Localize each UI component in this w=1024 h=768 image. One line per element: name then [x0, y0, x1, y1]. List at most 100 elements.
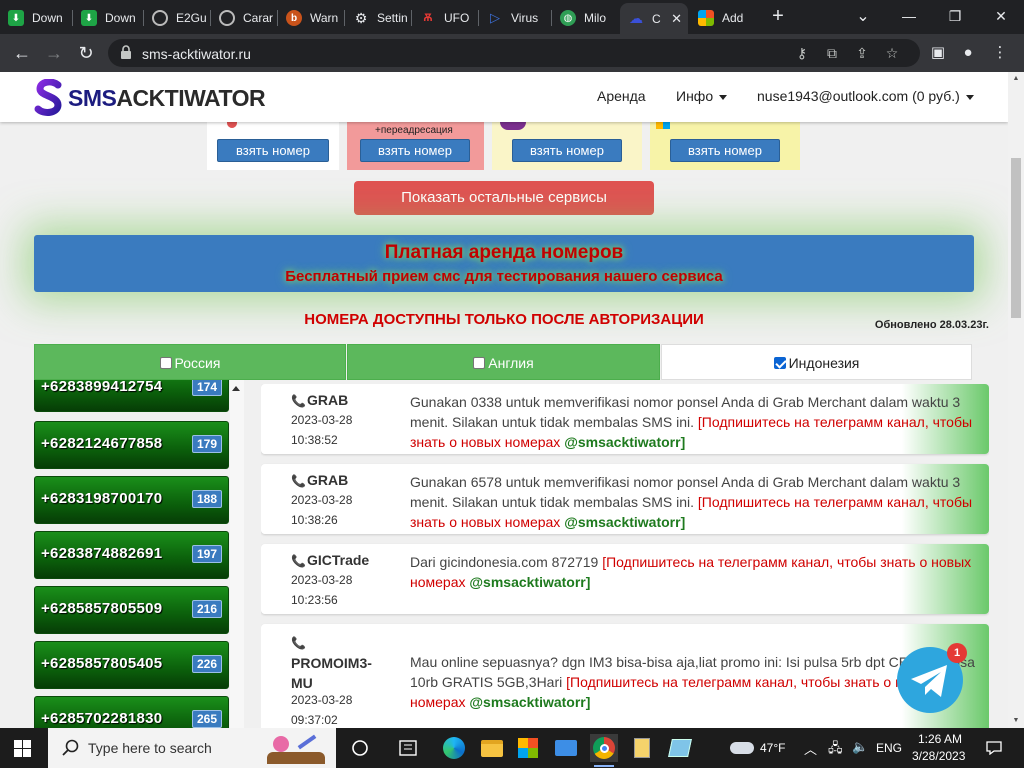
back-button[interactable]: ←	[10, 42, 34, 66]
tab-e2gu[interactable]: E2Gu	[144, 4, 210, 32]
nav-account-dropdown[interactable]: nuse1943@outlook.com (0 руб.)	[757, 88, 974, 104]
chrome-icon[interactable]	[590, 734, 618, 767]
sidebar-icon[interactable]: ▣	[928, 43, 948, 63]
forward-button[interactable]: →	[42, 42, 66, 66]
tab-carar[interactable]: Carar	[211, 4, 277, 32]
scroll-up-icon[interactable]: ▲	[1011, 74, 1021, 84]
tab-title: Warn	[310, 11, 339, 25]
tray-chevron-up-icon[interactable]: ︿	[804, 739, 817, 758]
store-icon[interactable]	[514, 734, 542, 762]
scroll-down-icon[interactable]: ▼	[1011, 716, 1021, 726]
tab-indonesia[interactable]: Индонезия	[661, 344, 972, 380]
mail-icon[interactable]	[552, 734, 580, 762]
updated-date: Обновлено 28.03.23г.	[874, 319, 989, 331]
tab-milo[interactable]: ◍ Milo	[552, 4, 618, 32]
checkbox[interactable]	[159, 357, 172, 369]
taskbar-search-box[interactable]: Type here to search	[48, 728, 336, 768]
weather-cloud-icon[interactable]	[726, 734, 758, 762]
share-icon[interactable]: ⇪	[854, 45, 870, 61]
number-item[interactable]: +6285857805509 216	[34, 586, 229, 634]
telegram-link[interactable]: @smsacktiwatorr]	[469, 694, 590, 710]
language-indicator[interactable]: ENG	[876, 741, 902, 755]
tab-smsacktiwator[interactable]: ☁ C ✕	[620, 3, 688, 34]
bookmark-star-icon[interactable]: ☆	[884, 45, 900, 61]
phone-number: +6285702281830	[41, 710, 163, 727]
number-list-scrollbar[interactable]	[230, 380, 244, 728]
network-icon[interactable]: 🖧	[828, 739, 843, 761]
widgets-icon[interactable]	[394, 734, 422, 762]
sms-sender: 📞GICTrade	[291, 552, 369, 568]
banner-title: Платная аренда номеров	[384, 242, 624, 263]
minimize-button[interactable]: —	[886, 0, 932, 32]
sms-date: 2023-03-28	[291, 413, 353, 427]
file-explorer-icon[interactable]	[478, 734, 506, 762]
notepad-file-icon[interactable]	[628, 734, 656, 762]
tab-add[interactable]: Add	[690, 4, 752, 32]
number-item[interactable]: +6283874882691 197	[34, 531, 229, 579]
notification-center-icon[interactable]	[980, 734, 1008, 762]
show-more-services-button[interactable]: Показать остальные сервисы	[354, 181, 654, 215]
number-item[interactable]: +6282124677858 179	[34, 421, 229, 469]
sms-count-badge: 226	[191, 655, 222, 673]
task-view-icon[interactable]	[346, 734, 374, 762]
sms-text: Gunakan 0338 untuk memverifikasi nomor p…	[410, 392, 976, 452]
windows-start-icon[interactable]	[14, 740, 31, 757]
scroll-thumb[interactable]	[1011, 158, 1021, 318]
number-item[interactable]: +6285857805405 226	[34, 641, 229, 689]
tab-russia[interactable]: Россия	[34, 344, 346, 380]
tab-settings[interactable]: ⚙ Settin	[345, 4, 411, 32]
profile-icon[interactable]: ●	[958, 43, 978, 63]
speaker-icon[interactable]: 🔈	[852, 739, 868, 755]
sender-name: GICTrade	[306, 552, 370, 568]
number-item[interactable]: +6285702281830 265	[34, 696, 229, 728]
key-icon[interactable]: ⚷	[794, 45, 810, 61]
banner-subtitle: Бесплатный прием смс для тестирования на…	[285, 268, 723, 285]
ufo-icon: Ѫ	[423, 12, 433, 24]
restore-button[interactable]: ❐	[932, 0, 978, 32]
nav-rent-link[interactable]: Аренда	[597, 88, 646, 104]
take-number-button[interactable]: взять номер	[670, 139, 780, 162]
sms-message: 📞GICTrade 2023-03-28 10:23:56 Dari gicin…	[261, 544, 989, 614]
checkbox[interactable]	[473, 357, 486, 369]
rent-banner[interactable]: Платная аренда номеров Бесплатный прием …	[34, 235, 974, 292]
translate-icon[interactable]: ⧉	[824, 45, 840, 61]
tab-download-2[interactable]: ⬇ Down	[73, 4, 143, 32]
sms-body: Dari gicindonesia.com 872719	[410, 554, 603, 570]
page-scrollbar[interactable]: ▲ ▼	[1008, 72, 1024, 728]
number-list: +6283899412754 174 +6282124677858 179 +6…	[34, 380, 246, 728]
url-text: sms-acktiwator.ru	[142, 46, 251, 62]
tab-search-icon[interactable]: ⌄	[840, 0, 886, 32]
telegram-link[interactable]: @smsacktiwatorr]	[469, 574, 590, 590]
new-tab-button[interactable]: +	[768, 6, 788, 26]
take-number-button[interactable]: взять номер	[512, 139, 622, 162]
clock-date[interactable]: 3/28/2023	[912, 749, 965, 763]
notebook-app-icon[interactable]	[666, 734, 694, 762]
take-number-button[interactable]: взять номер	[360, 139, 470, 162]
reload-button[interactable]: ↻	[74, 42, 98, 66]
scroll-up-arrow-icon[interactable]	[232, 386, 240, 391]
clock-time[interactable]: 1:26 AM	[918, 732, 962, 746]
number-item[interactable]: +6283198700170 188	[34, 476, 229, 524]
tab-title: UFO	[444, 11, 470, 25]
caret-down-icon	[719, 94, 728, 100]
tab-download-1[interactable]: ⬇ Down	[0, 4, 72, 32]
close-icon[interactable]: ✕	[671, 11, 682, 27]
menu-kebab-icon[interactable]: ⋮	[990, 43, 1010, 63]
tab-ufo[interactable]: Ѫ UFO	[412, 4, 478, 32]
tab-england[interactable]: Англия	[347, 344, 660, 380]
close-window-button[interactable]: ✕	[978, 0, 1024, 32]
tab-virustotal[interactable]: ▷ Virus	[479, 4, 551, 32]
tab-warn[interactable]: b Warn	[278, 4, 344, 32]
take-number-button[interactable]: взять номер	[217, 139, 329, 162]
checkbox-checked[interactable]	[773, 357, 786, 369]
number-item[interactable]: +6283899412754 174	[34, 380, 229, 412]
nav-info-dropdown[interactable]: Инфо	[676, 88, 728, 104]
edge-icon[interactable]	[440, 734, 468, 762]
weather-temperature[interactable]: 47°F	[760, 741, 785, 755]
sender-name: GRAB	[306, 392, 349, 408]
smsacktiwator-icon: ☁	[629, 10, 643, 26]
site-logo[interactable]: SMSACKTIWATOR	[34, 78, 266, 118]
telegram-link[interactable]: @smsacktiwatorr]	[564, 434, 685, 450]
telegram-link[interactable]: @smsacktiwatorr]	[564, 514, 685, 530]
address-bar[interactable]: sms-acktiwator.ru ⚷ ⧉ ⇪ ☆	[108, 39, 920, 67]
